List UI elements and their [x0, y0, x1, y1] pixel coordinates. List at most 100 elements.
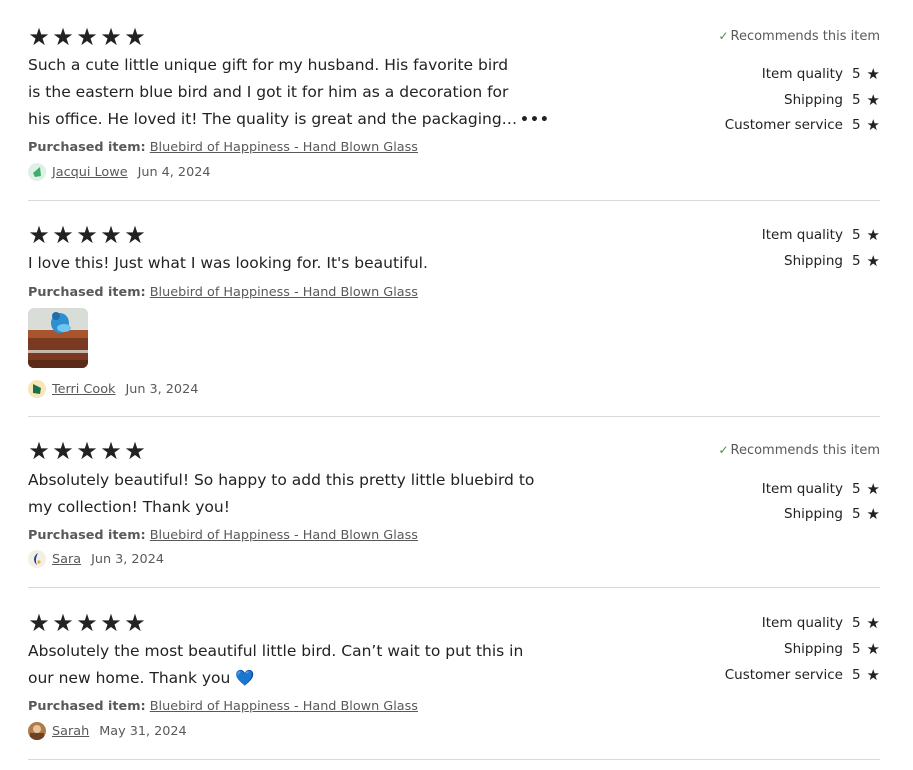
review-ratings: ✓ Recommends this item Item quality 5 ★ S…	[580, 440, 880, 530]
review-ratings: Item quality 5 ★ Shipping 5 ★	[580, 224, 880, 284]
rating-value: 5	[851, 227, 861, 243]
star-icon: ★	[76, 609, 98, 637]
purchased-item: Purchased item: Bluebird of Happiness - …	[28, 699, 418, 714]
rating-value: 5	[851, 66, 861, 82]
rating-value: 5	[851, 615, 861, 631]
review-stars: ★ ★ ★ ★ ★	[28, 221, 146, 249]
star-icon: ★	[866, 90, 880, 109]
star-icon: ★	[866, 64, 880, 83]
rating-label: Customer service	[724, 667, 843, 683]
more-dots-icon[interactable]: •••	[520, 112, 550, 128]
reviewer-info: Sarah May 31, 2024	[28, 722, 187, 740]
star-icon: ★	[866, 665, 880, 684]
review-stars: ★ ★ ★ ★ ★	[28, 609, 146, 637]
star-icon: ★	[866, 639, 880, 658]
rating-label: Shipping	[784, 92, 843, 108]
review-text: Absolutely the most beautiful little bir…	[28, 642, 524, 687]
rating-value: 5	[851, 481, 861, 497]
check-icon: ✓	[718, 29, 729, 43]
star-icon: ★	[100, 221, 122, 249]
reviewer-name[interactable]: Terri Cook	[52, 382, 115, 397]
star-icon: ★	[76, 221, 98, 249]
reviewer-info: Jacqui Lowe Jun 4, 2024	[28, 163, 211, 181]
avatar	[28, 722, 46, 740]
review-date: Jun 3, 2024	[125, 381, 199, 397]
item-link[interactable]: Bluebird of Happiness - Hand Blown Glass	[150, 285, 418, 300]
reviewer-name[interactable]: Sara	[52, 552, 81, 567]
item-link[interactable]: Bluebird of Happiness - Hand Blown Glass	[150, 528, 418, 543]
star-icon: ★	[866, 115, 880, 134]
recommends-badge: ✓ Recommends this item	[718, 29, 880, 44]
star-icon: ★	[124, 609, 146, 637]
star-icon: ★	[28, 221, 50, 249]
reviewer-name[interactable]: Sarah	[52, 724, 89, 739]
purchased-label: Purchased item:	[28, 285, 146, 300]
purchased-item: Purchased item: Bluebird of Happiness - …	[28, 528, 418, 543]
review-card: ★ ★ ★ ★ ★ Absolutely the most beautiful …	[28, 609, 880, 747]
check-icon: ✓	[718, 443, 729, 457]
star-icon: ★	[76, 437, 98, 465]
reviewer-name[interactable]: Jacqui Lowe	[52, 165, 128, 180]
review-date: May 31, 2024	[99, 723, 187, 739]
star-icon: ★	[28, 437, 50, 465]
rating-value: 5	[851, 253, 861, 269]
rating-shipping: Shipping 5 ★	[784, 506, 880, 522]
recommends-label: Recommends this item	[730, 443, 881, 458]
divider	[28, 416, 880, 417]
review-stars: ★ ★ ★ ★ ★	[28, 23, 146, 51]
rating-item-quality: Item quality 5 ★	[762, 481, 880, 497]
rating-value: 5	[851, 92, 861, 108]
review-date: Jun 4, 2024	[137, 164, 211, 180]
purchased-item: Purchased item: Bluebird of Happiness - …	[28, 140, 418, 155]
star-icon: ★	[100, 437, 122, 465]
star-icon: ★	[52, 609, 74, 637]
rating-shipping: Shipping 5 ★	[784, 253, 880, 269]
avatar	[28, 380, 46, 398]
review-card: ★ ★ ★ ★ ★ Such a cute little unique gift…	[28, 23, 880, 186]
review-text: Such a cute little unique gift for my hu…	[28, 56, 509, 128]
rating-label: Shipping	[784, 641, 843, 657]
avatar	[28, 163, 46, 181]
star-icon: ★	[866, 251, 880, 270]
rating-label: Item quality	[761, 615, 843, 631]
recommends-badge: ✓ Recommends this item	[718, 443, 880, 458]
purchased-label: Purchased item:	[28, 140, 146, 155]
review-card: ★ ★ ★ ★ ★ Absolutely beautiful! So happy…	[28, 437, 880, 575]
rating-value: 5	[851, 506, 861, 522]
purchased-item: Purchased item: Bluebird of Happiness - …	[28, 285, 418, 300]
rating-item-quality: Item quality 5 ★	[762, 227, 880, 243]
rating-shipping: Shipping 5 ★	[784, 641, 880, 657]
purchased-label: Purchased item:	[28, 699, 146, 714]
star-icon: ★	[866, 479, 880, 498]
rating-value: 5	[851, 641, 861, 657]
rating-item-quality: Item quality 5 ★	[762, 615, 880, 631]
item-link[interactable]: Bluebird of Happiness - Hand Blown Glass	[150, 699, 418, 714]
rating-customer-service: Customer service 5 ★	[725, 117, 880, 133]
rating-label: Customer service	[724, 117, 843, 133]
review-text: I love this! Just what I was looking for…	[28, 254, 428, 272]
star-icon: ★	[124, 23, 146, 51]
review-date: Jun 3, 2024	[91, 551, 164, 567]
rating-shipping: Shipping 5 ★	[784, 92, 880, 108]
purchased-label: Purchased item:	[28, 528, 146, 543]
rating-value: 5	[851, 667, 861, 683]
divider	[28, 587, 880, 588]
star-icon: ★	[100, 23, 122, 51]
review-photo[interactable]	[28, 308, 88, 368]
star-icon: ★	[124, 221, 146, 249]
review-stars: ★ ★ ★ ★ ★	[28, 437, 146, 465]
review-ratings: ✓ Recommends this item Item quality 5 ★ S…	[580, 26, 880, 136]
review-card: ★ ★ ★ ★ ★ I love this! Just what I was l…	[28, 221, 880, 404]
rating-label: Shipping	[784, 506, 843, 522]
star-icon: ★	[52, 23, 74, 51]
recommends-label: Recommends this item	[730, 29, 881, 44]
star-icon: ★	[76, 23, 98, 51]
star-icon: ★	[866, 225, 880, 244]
star-icon: ★	[100, 609, 122, 637]
star-icon: ★	[866, 613, 880, 632]
item-link[interactable]: Bluebird of Happiness - Hand Blown Glass	[150, 140, 418, 155]
star-icon: ★	[866, 504, 880, 523]
rating-customer-service: Customer service 5 ★	[725, 667, 880, 683]
review-ratings: Item quality 5 ★ Shipping 5 ★ Customer s…	[580, 612, 880, 692]
rating-label: Item quality	[761, 227, 843, 243]
